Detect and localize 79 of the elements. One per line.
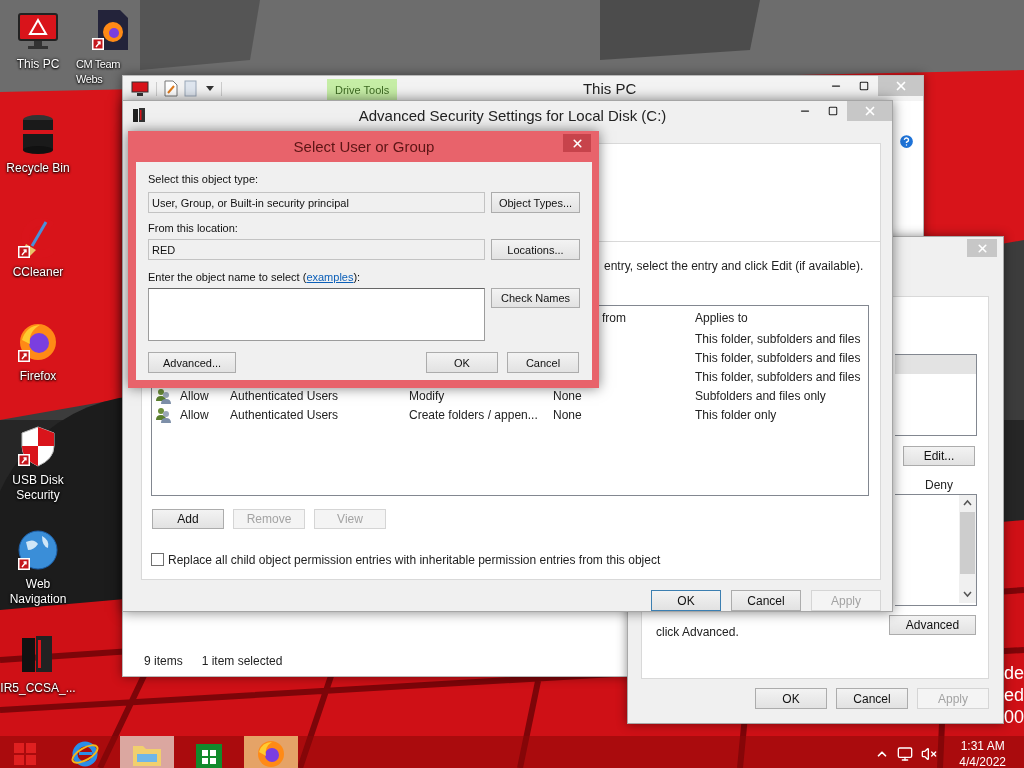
field-label: From this location: bbox=[148, 222, 239, 235]
object-name-field[interactable] bbox=[148, 288, 485, 341]
column-header: Deny bbox=[925, 478, 953, 492]
close-icon bbox=[975, 241, 989, 255]
add-button[interactable]: Add bbox=[152, 508, 224, 529]
dialog-title: Select User or Group bbox=[293, 138, 435, 155]
object-type-field[interactable]: User, Group, or Built-in security principal bbox=[148, 192, 485, 213]
icon-label[interactable]: Recycle Bin bbox=[0, 161, 76, 176]
icon-label[interactable]: This PC bbox=[0, 57, 76, 72]
advanced-button[interactable]: Advanced bbox=[889, 615, 976, 635]
shortcut-web-navigation-icon[interactable] bbox=[16, 528, 60, 572]
firefox-icon bbox=[256, 739, 286, 768]
icon-label[interactable]: IR5_CCSA_... bbox=[0, 681, 76, 696]
edit-button[interactable]: Edit... bbox=[903, 446, 975, 466]
desktop-text: ed bbox=[1003, 684, 1024, 706]
table-cell-text: This folder, subfolders and files bbox=[695, 332, 862, 347]
window-title: Advanced Security Settings for Local Disk (C:) bbox=[358, 107, 667, 125]
desktop-text: 00 bbox=[1003, 706, 1024, 728]
location-field[interactable]: RED bbox=[148, 239, 485, 260]
checkbox-label: Replace all child object permission entries with inheritable permission entries from this object bbox=[168, 552, 661, 567]
window-title: This PC bbox=[581, 80, 638, 97]
field-label: Enter the object name to select (examples): bbox=[148, 271, 362, 284]
icon-label[interactable]: Web Navigation bbox=[0, 577, 76, 607]
cancel-button[interactable]: Cancel bbox=[507, 352, 579, 373]
icon-label[interactable]: CM Team Webs bbox=[76, 57, 122, 87]
users-icon bbox=[155, 407, 172, 424]
icon-label[interactable]: Firefox bbox=[0, 369, 76, 384]
table-cell-text: Allow bbox=[180, 408, 210, 423]
table-cell-text: This folder only bbox=[695, 408, 778, 423]
table-cell-text: Authenticated Users bbox=[230, 408, 340, 423]
ok-button[interactable]: OK bbox=[426, 352, 498, 373]
note-text: click Advanced. bbox=[656, 625, 739, 639]
table-cell-text: Modify bbox=[409, 389, 446, 404]
muted-speaker-icon[interactable] bbox=[921, 746, 938, 762]
users-icon bbox=[155, 388, 172, 405]
caret-icon[interactable] bbox=[206, 85, 214, 92]
locations-button[interactable]: Locations... bbox=[491, 239, 580, 260]
table-cell-text: None bbox=[553, 389, 583, 404]
clock-time: 1:31 AM bbox=[960, 738, 1005, 754]
status-text: 9 items bbox=[144, 654, 183, 668]
ok-button[interactable]: OK bbox=[651, 590, 721, 611]
maximize-icon bbox=[859, 81, 869, 91]
checkbox[interactable] bbox=[151, 553, 164, 567]
hint-text: entry, select the entry and click Edit (if available). bbox=[604, 258, 865, 273]
cancel-button[interactable]: Cancel bbox=[731, 590, 801, 611]
app-icon[interactable] bbox=[133, 108, 145, 124]
taskbar-button[interactable] bbox=[244, 736, 298, 768]
table-cell-text: Subfolders and files only bbox=[695, 389, 827, 404]
ribbon-tab[interactable]: Drive Tools bbox=[327, 79, 398, 101]
document-icon[interactable] bbox=[164, 80, 178, 97]
monitor-icon[interactable] bbox=[131, 80, 149, 97]
windows-logo-icon bbox=[14, 743, 36, 765]
clock[interactable]: 1:31 AM 4/4/2022 bbox=[959, 738, 1006, 768]
table-cell-text: Allow bbox=[180, 389, 210, 404]
ok-button[interactable]: OK bbox=[755, 688, 827, 709]
status-text: 1 item selected bbox=[201, 654, 283, 668]
icon-label[interactable]: USB Disk Security bbox=[0, 473, 76, 503]
examples-link[interactable]: examples bbox=[306, 271, 354, 283]
close-button[interactable] bbox=[563, 134, 591, 152]
clock-date: 4/4/2022 bbox=[959, 754, 1006, 768]
scrollbar[interactable] bbox=[959, 495, 976, 603]
desktop-text: de bbox=[1003, 662, 1024, 684]
column-header[interactable]: Applies to bbox=[695, 310, 868, 325]
table-cell-text: This folder, subfolders and files bbox=[695, 351, 862, 366]
table-cell-text: None bbox=[553, 408, 583, 423]
icon-label[interactable]: CCleaner bbox=[0, 265, 76, 280]
network-icon[interactable] bbox=[897, 746, 914, 762]
maximize-icon bbox=[828, 106, 838, 116]
table-cell-text: Authenticated Users bbox=[230, 389, 340, 404]
object-types-button[interactable]: Object Types... bbox=[491, 192, 580, 213]
table-cell-text: This folder, subfolders and files bbox=[695, 370, 862, 385]
cancel-button[interactable]: Cancel bbox=[836, 688, 908, 709]
globe-icon bbox=[70, 739, 100, 768]
field-label: Select this object type: bbox=[148, 173, 260, 186]
help-icon[interactable] bbox=[898, 133, 915, 150]
table-cell-text: Create folders / appen... bbox=[409, 408, 539, 423]
advanced-button[interactable]: Advanced... bbox=[148, 352, 236, 373]
close-icon bbox=[570, 136, 584, 150]
check-names-button[interactable]: Check Names bbox=[491, 288, 580, 308]
